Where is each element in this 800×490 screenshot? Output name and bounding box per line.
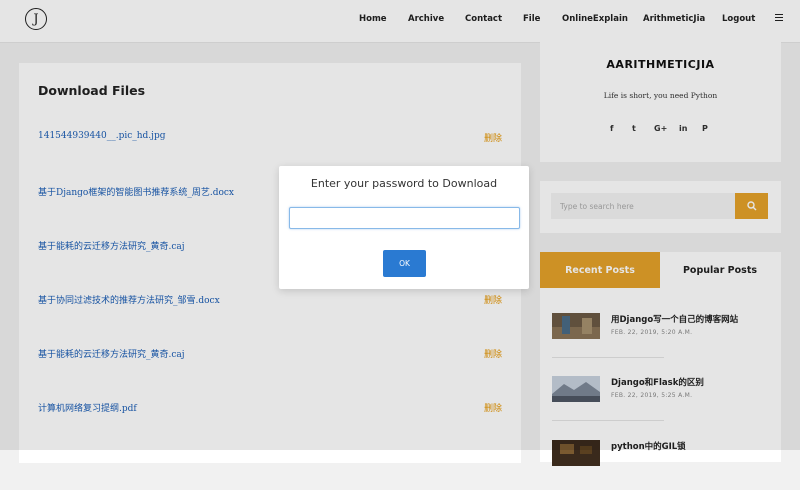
password-dialog: Enter your password to Download OK [279, 166, 529, 289]
dialog-title: Enter your password to Download [310, 177, 498, 190]
ok-button[interactable]: OK [383, 250, 426, 277]
password-input[interactable] [289, 207, 520, 229]
